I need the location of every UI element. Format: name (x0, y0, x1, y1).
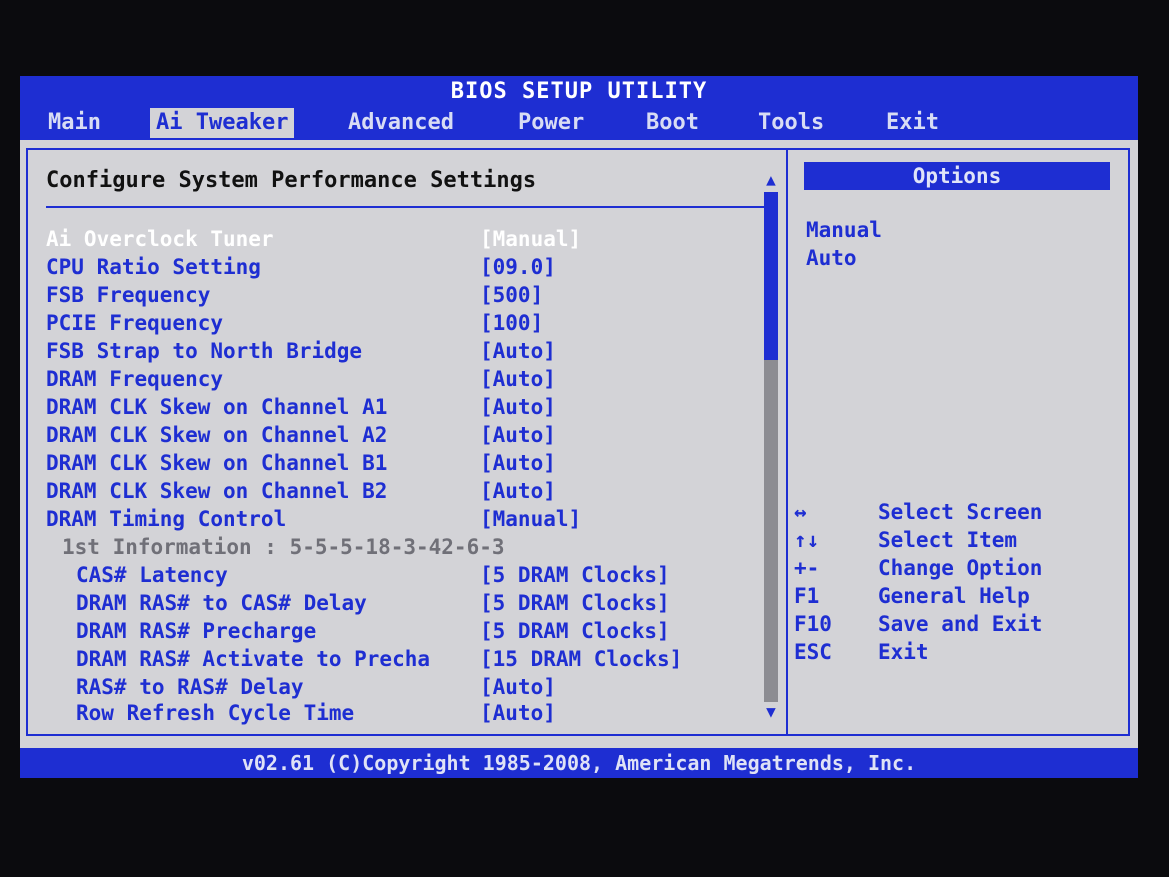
options-header: Options (804, 162, 1110, 190)
option-auto[interactable]: Auto (806, 246, 857, 270)
option-manual[interactable]: Manual (806, 218, 882, 242)
setting-label: PCIE Frequency (46, 311, 224, 335)
tab-exit[interactable]: Exit (880, 108, 945, 138)
title-divider (46, 206, 766, 208)
tab-power[interactable]: Power (512, 108, 590, 138)
help-action: Change Option (878, 556, 1043, 580)
scroll-thumb[interactable] (764, 192, 778, 360)
scroll-up-icon[interactable]: ▲ (762, 172, 780, 188)
setting-label: FSB Frequency (46, 283, 211, 307)
tab-boot[interactable]: Boot (640, 108, 705, 138)
setting-label: CPU Ratio Setting (46, 255, 261, 279)
setting-value: [500] (480, 283, 544, 307)
content-frame: Configure System Performance Settings Ai… (26, 148, 1130, 736)
setting-label: DRAM RAS# Activate to Precha (76, 647, 431, 671)
tab-advanced[interactable]: Advanced (342, 108, 460, 138)
plus-minus-icon: +- (794, 556, 820, 580)
copyright-footer: v02.61 (C)Copyright 1985-2008, American … (20, 748, 1138, 778)
settings-pane: Configure System Performance Settings Ai… (28, 150, 788, 734)
tab-ai-tweaker[interactable]: Ai Tweaker (150, 108, 295, 138)
left-right-arrow-icon: ↔ (794, 500, 807, 524)
setting-label: DRAM RAS# to CAS# Delay (76, 591, 367, 615)
scroll-track[interactable] (764, 192, 778, 702)
setting-value: [5 DRAM Clocks] (480, 563, 670, 587)
help-key: F10 (794, 612, 832, 636)
section-title: Configure System Performance Settings (46, 168, 537, 193)
scroll-down-icon[interactable]: ▼ (762, 704, 780, 720)
setting-value: [15 DRAM Clocks] (480, 647, 683, 671)
help-action: General Help (878, 584, 1030, 608)
setting-label: CAS# Latency (76, 563, 228, 587)
setting-label: DRAM CLK Skew on Channel A1 (46, 395, 388, 419)
help-key: ESC (794, 640, 832, 664)
setting-label: Row Refresh Cycle Time (76, 701, 355, 725)
setting-label: DRAM RAS# Precharge (76, 619, 317, 643)
up-down-arrow-icon: ↑↓ (794, 528, 820, 552)
setting-label: FSB Strap to North Bridge (46, 339, 363, 363)
setting-value: [Auto] (480, 451, 556, 475)
help-action: Select Item (878, 528, 1018, 552)
setting-value: [Auto] (480, 479, 556, 503)
tab-main[interactable]: Main (42, 108, 107, 138)
bios-screen: BIOS SETUP UTILITY Main Ai Tweaker Advan… (20, 76, 1138, 778)
settings-scrollbar[interactable]: ▲ ▼ (762, 172, 780, 720)
setting-value: [09.0] (480, 255, 556, 279)
setting-value: [Auto] (480, 423, 556, 447)
setting-value: [5 DRAM Clocks] (480, 591, 670, 615)
setting-label: RAS# to RAS# Delay (76, 675, 304, 699)
setting-value: [Auto] (480, 675, 556, 699)
setting-value: [Auto] (480, 339, 556, 363)
setting-value: [Auto] (480, 701, 556, 725)
help-action: Save and Exit (878, 612, 1043, 636)
setting-label: DRAM CLK Skew on Channel B2 (46, 479, 388, 503)
setting-value: [Auto] (480, 367, 556, 391)
setting-value: [Manual] (480, 507, 582, 531)
menu-bar: Main Ai Tweaker Advanced Power Boot Tool… (20, 106, 1138, 140)
setting-label: Ai Overclock Tuner (46, 227, 274, 251)
setting-value: [Auto] (480, 395, 556, 419)
setting-value: [Manual] (480, 227, 582, 251)
options-pane: Options Manual Auto ↔ Select Screen ↑↓ S… (788, 150, 1128, 734)
help-action: Exit (878, 640, 929, 664)
tab-tools[interactable]: Tools (752, 108, 830, 138)
setting-label: DRAM Timing Control (46, 507, 287, 531)
info-label: 1st Information : 5-5-5-18-3-42-6-3 (62, 535, 505, 559)
setting-label: DRAM Frequency (46, 367, 224, 391)
help-key: F1 (794, 584, 820, 608)
setting-label: DRAM CLK Skew on Channel A2 (46, 423, 388, 447)
help-action: Select Screen (878, 500, 1043, 524)
setting-value: [100] (480, 311, 544, 335)
setting-label: DRAM CLK Skew on Channel B1 (46, 451, 388, 475)
setting-value: [5 DRAM Clocks] (480, 619, 670, 643)
window-title: BIOS SETUP UTILITY (20, 76, 1138, 106)
